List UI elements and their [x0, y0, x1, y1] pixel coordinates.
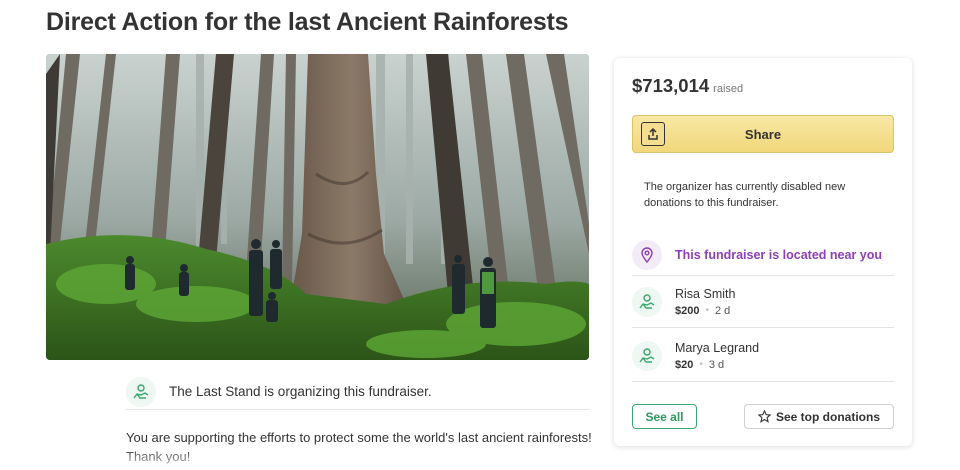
separator-dot: •: [705, 305, 709, 316]
share-label: Share: [744, 126, 782, 142]
see-top-donations-label: See top donations: [775, 409, 880, 424]
organizer-hand-heart-icon: [126, 376, 156, 407]
donation-time: 3 d: [708, 358, 725, 371]
donations-disabled-notice: The organizer has currently disabled new…: [644, 181, 846, 209]
location-text: This fundraiser is located near you: [675, 247, 883, 262]
donation-amount: $200: [675, 304, 700, 317]
fundraiser-description: You are supporting the efforts to protec…: [126, 430, 592, 464]
rainforest-photo: [46, 54, 589, 360]
organizer-text: The Last Stand is organizing this fundra…: [169, 384, 432, 399]
donation-item: Risa Smith $200 • 2 d: [632, 276, 894, 328]
see-all-button[interactable]: See all: [632, 404, 697, 429]
raised-label: raised: [713, 83, 744, 95]
share-button[interactable]: Share: [632, 115, 894, 153]
location-row[interactable]: This fundraiser is located near you: [632, 234, 894, 276]
donor-hand-heart-icon: [632, 340, 662, 371]
donor-hand-heart-icon: [632, 286, 662, 317]
hero-image: [46, 54, 589, 360]
raised-summary: $713,014 raised: [632, 75, 743, 97]
donation-item: Marya Legrand $20 • 3 d: [632, 330, 894, 382]
location-pin-icon: [632, 239, 662, 270]
donor-name: Risa Smith: [675, 286, 736, 301]
raised-amount: $713,014: [632, 75, 710, 96]
donation-amount: $20: [675, 358, 694, 371]
donation-time: 2 d: [715, 304, 731, 317]
share-icon: [641, 122, 665, 146]
donation-panel: $713,014 raised Share The organizer has …: [614, 58, 912, 446]
donor-name: Marya Legrand: [675, 340, 760, 355]
see-top-donations-button[interactable]: See top donations: [744, 404, 894, 429]
separator-dot: •: [699, 359, 703, 370]
page-title: Direct Action for the last Ancient Rainf…: [46, 8, 569, 36]
star-icon: [757, 410, 771, 423]
organizer-row: The Last Stand is organizing this fundra…: [126, 376, 590, 410]
